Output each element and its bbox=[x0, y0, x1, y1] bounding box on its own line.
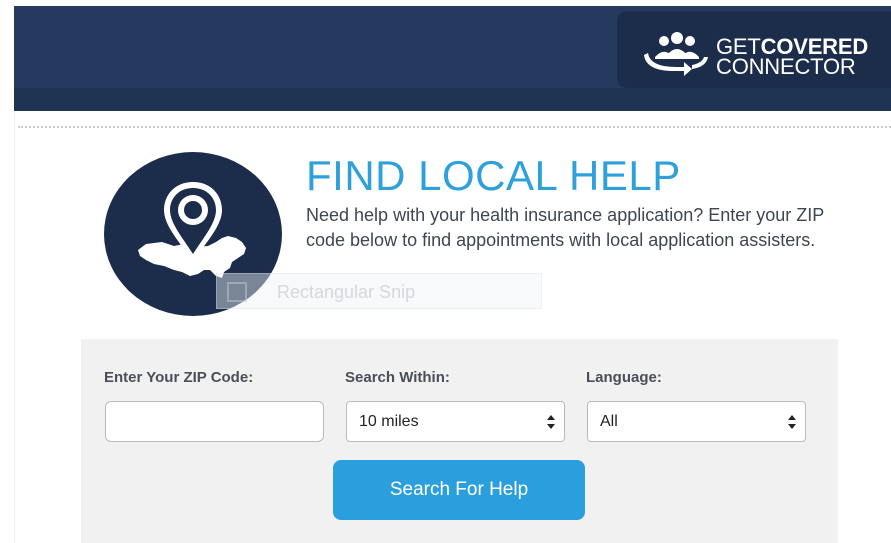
snip-icon bbox=[227, 282, 247, 302]
people-arrow-icon bbox=[644, 32, 708, 76]
search-for-help-button[interactable]: Search For Help bbox=[333, 460, 585, 520]
select-arrows-icon bbox=[547, 415, 555, 429]
select-arrows-icon bbox=[788, 415, 796, 429]
language-label: Language: bbox=[586, 369, 662, 386]
zip-input[interactable] bbox=[105, 401, 324, 442]
logo-wordmark: GETCOVERED CONNECTOR bbox=[716, 36, 868, 79]
snip-overlay: Rectangular Snip bbox=[216, 273, 542, 309]
logo-connector: CONNECTOR bbox=[716, 54, 856, 79]
language-value: All bbox=[600, 413, 618, 430]
search-within-value: 10 miles bbox=[359, 413, 419, 430]
page-title: FIND LOCAL HELP bbox=[306, 152, 681, 199]
page-description: Need help with your health insurance app… bbox=[306, 205, 824, 250]
header-shade bbox=[14, 88, 891, 111]
search-within-label: Search Within: bbox=[345, 369, 450, 386]
search-within-select[interactable]: 10 miles bbox=[346, 401, 565, 442]
language-select[interactable]: All bbox=[587, 401, 806, 442]
zip-label: Enter Your ZIP Code: bbox=[104, 369, 254, 386]
dotted-divider bbox=[18, 126, 891, 128]
snip-label: Rectangular Snip bbox=[277, 282, 416, 302]
